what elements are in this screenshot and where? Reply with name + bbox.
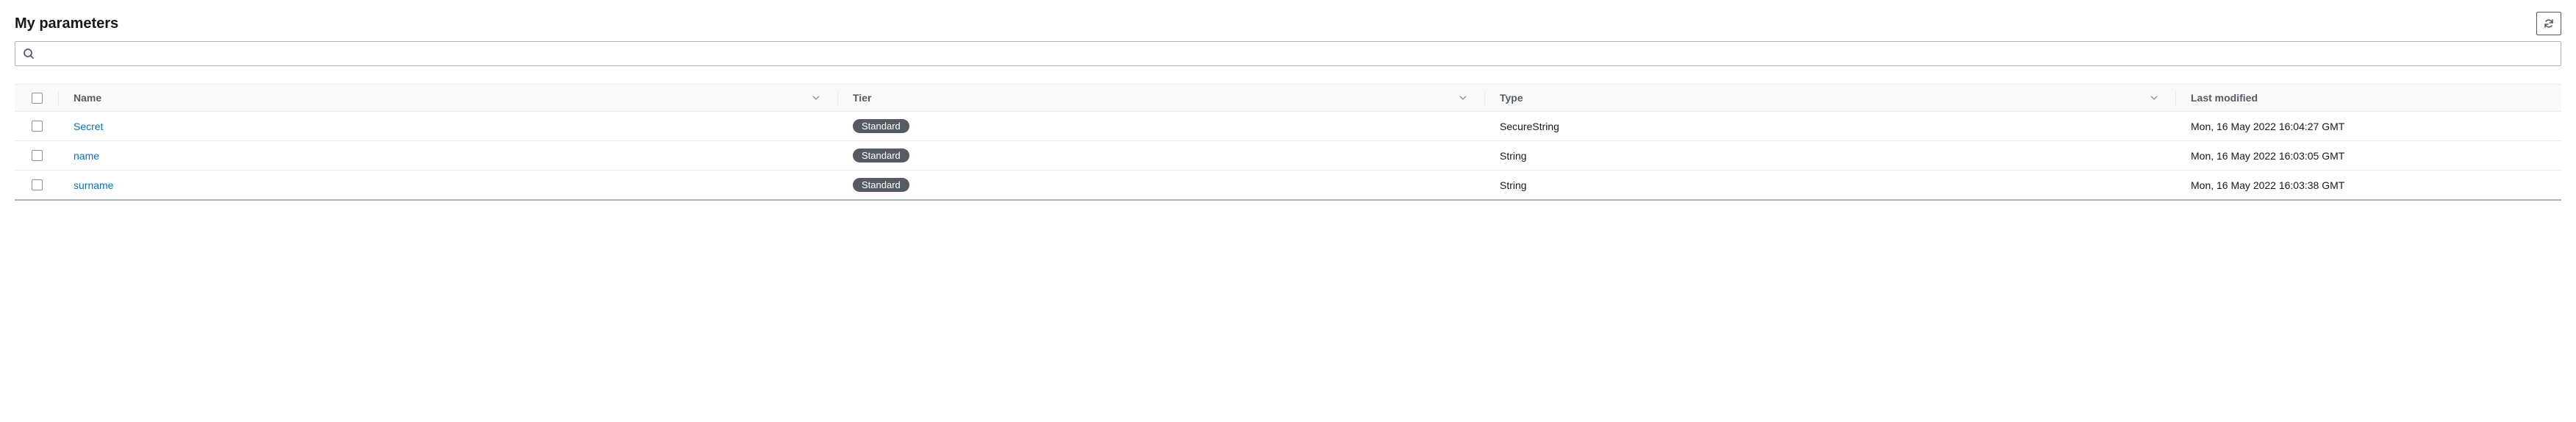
tier-badge: Standard	[853, 149, 909, 162]
header-checkbox-cell	[15, 93, 59, 104]
row-type-cell: String	[1485, 179, 2176, 191]
header-type-cell[interactable]: Type	[1485, 92, 2176, 104]
refresh-button[interactable]	[2536, 12, 2561, 35]
modified-text: Mon, 16 May 2022 16:04:27 GMT	[2191, 121, 2344, 132]
row-checkbox-cell	[15, 179, 59, 190]
row-modified-cell: Mon, 16 May 2022 16:03:38 GMT	[2176, 179, 2561, 191]
row-checkbox[interactable]	[32, 121, 43, 132]
row-name-cell: Secret	[59, 121, 838, 132]
type-text: String	[1500, 150, 1527, 162]
tier-badge: Standard	[853, 178, 909, 192]
table-row: Secret Standard SecureString Mon, 16 May…	[15, 112, 2561, 141]
parameters-table: Name Tier Type Last	[15, 84, 2561, 201]
row-name-cell: surname	[59, 179, 838, 191]
table-header: Name Tier Type Last	[15, 84, 2561, 112]
row-checkbox[interactable]	[32, 179, 43, 190]
select-all-checkbox[interactable]	[32, 93, 43, 104]
sort-icon	[2150, 93, 2158, 102]
parameter-link[interactable]: Secret	[74, 121, 103, 132]
header-modified-label: Last modified	[2191, 92, 2258, 104]
header-row: My parameters	[15, 0, 2561, 41]
row-checkbox[interactable]	[32, 150, 43, 161]
header-name-cell[interactable]: Name	[59, 92, 838, 104]
row-type-cell: String	[1485, 150, 2176, 162]
search-icon	[23, 48, 35, 60]
parameter-link[interactable]: surname	[74, 179, 113, 191]
parameters-panel: My parameters	[0, 0, 2576, 201]
table-row: name Standard String Mon, 16 May 2022 16…	[15, 141, 2561, 171]
sort-icon	[1459, 93, 1467, 102]
page-title: My parameters	[15, 15, 118, 32]
header-modified-cell[interactable]: Last modified	[2176, 92, 2561, 104]
row-tier-cell: Standard	[838, 178, 1485, 192]
search-input[interactable]	[40, 46, 2553, 61]
type-text: String	[1500, 179, 1527, 191]
tier-badge: Standard	[853, 119, 909, 133]
row-name-cell: name	[59, 150, 838, 162]
header-name-label: Name	[74, 92, 101, 104]
header-type-label: Type	[1500, 92, 1523, 104]
modified-text: Mon, 16 May 2022 16:03:38 GMT	[2191, 179, 2344, 191]
refresh-icon	[2543, 18, 2555, 29]
row-modified-cell: Mon, 16 May 2022 16:03:05 GMT	[2176, 150, 2561, 162]
table-row: surname Standard String Mon, 16 May 2022…	[15, 171, 2561, 201]
row-checkbox-cell	[15, 150, 59, 161]
search-wrapper[interactable]	[15, 41, 2561, 66]
modified-text: Mon, 16 May 2022 16:03:05 GMT	[2191, 150, 2344, 162]
row-modified-cell: Mon, 16 May 2022 16:04:27 GMT	[2176, 121, 2561, 132]
row-tier-cell: Standard	[838, 149, 1485, 162]
sort-icon	[812, 93, 820, 102]
row-type-cell: SecureString	[1485, 121, 2176, 132]
row-checkbox-cell	[15, 121, 59, 132]
row-tier-cell: Standard	[838, 119, 1485, 133]
type-text: SecureString	[1500, 121, 1559, 132]
header-tier-cell[interactable]: Tier	[838, 92, 1485, 104]
parameter-link[interactable]: name	[74, 150, 99, 162]
header-tier-label: Tier	[853, 92, 871, 104]
